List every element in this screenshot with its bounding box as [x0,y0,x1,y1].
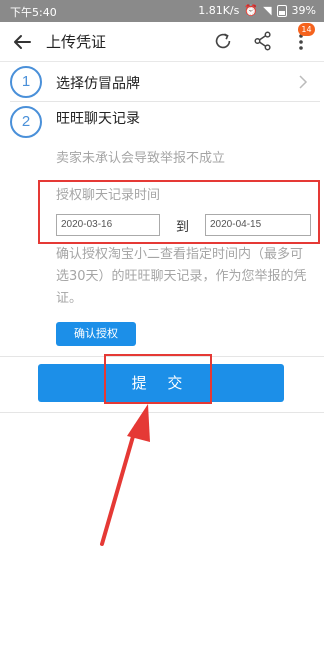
step-label: 选择仿冒品牌 [56,76,140,92]
wifi-icon: ◥ [263,4,272,17]
alarm-icon: ⏰ [244,4,259,17]
back-arrow-icon[interactable] [10,30,34,54]
page-title: 上传凭证 [46,33,107,51]
warning-note: 卖家未承认会导致举报不成立 [56,151,226,166]
app-bar: 上传凭证 14 [0,22,324,62]
chevron-right-icon [299,75,308,89]
time-range-title: 授权聊天记录时间 [56,188,161,203]
refresh-icon[interactable] [212,30,234,52]
end-date-input[interactable]: 2020-04-15 [205,214,311,236]
status-indicators: 1.81K/s ⏰ ◥ 39% [198,4,316,17]
status-time: 下午5:40 [10,6,57,19]
battery-icon [276,4,287,17]
step-number: 2 [10,106,42,138]
share-icon[interactable] [252,30,274,52]
network-speed: 1.81K/s [198,4,240,17]
step-label: 旺旺聊天记录 [56,111,140,127]
to-label: 到 [176,220,190,235]
confirm-authorization-button[interactable]: 确认授权 [56,322,136,346]
start-date-input[interactable]: 2020-03-16 [56,214,160,236]
step-chat-records: 2 旺旺聊天记录 [0,102,324,142]
battery-level: 39% [291,4,316,17]
authorization-description: 确认授权淘宝小二查看指定时间内（最多可选30天）的旺旺聊天记录，作为您举报的凭证… [56,247,307,306]
highlight-box-submit [104,354,212,404]
step-number: 1 [10,66,42,98]
status-bar: 下午5:40 1.81K/s ⏰ ◥ 39% [0,0,324,22]
step-select-brand[interactable]: 1 选择仿冒品牌 [0,62,324,102]
annotation-arrow-icon [100,404,150,546]
notification-badge: 14 [298,23,315,36]
divider [0,412,324,413]
